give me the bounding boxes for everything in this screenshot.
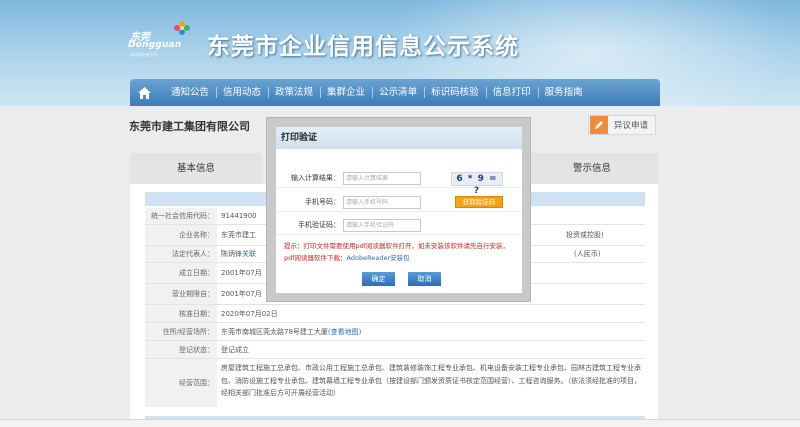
objection-button[interactable]: 异议申请 [588,115,656,135]
tab-basic-info[interactable]: 基本信息 [130,153,262,184]
sms-code-row: 手机验证码： 请输入手机验证码 [276,215,522,235]
adobe-reader-link[interactable]: AdobeReader安装包 [347,254,410,262]
info-key: 营业期限自： [145,284,217,304]
nav-item-public-list[interactable]: 公示清单 [372,79,424,106]
pen-icon [590,116,608,134]
print-verify-dialog: 打印验证 输入计算结果： 请输入计算结果 6 * 9 = ? 手机号码： 请输入… [266,117,531,302]
info-key: 住所/经营场所： [145,323,217,340]
dialog-title: 打印验证 [276,127,522,149]
nav-item-policy[interactable]: 政策法规 [268,79,320,106]
info-value-text: 东莞市南城区莞太路78号建工大厦 [221,327,328,336]
nav-item-guide[interactable]: 服务指南 [537,79,590,106]
view-map-link[interactable]: (查看地图) [328,327,361,337]
info-value: 东莞市南城区莞太路78号建工大厦 (查看地图) [221,323,645,340]
get-code-button[interactable]: 获取验证码 [455,196,503,208]
company-name: 东莞市建工集团有限公司 [129,120,250,133]
logo-flower-icon [174,21,190,35]
info-key: 登记状态： [145,341,217,358]
info-key: 成立日期： [145,263,217,283]
calc-result-row: 输入计算结果： 请输入计算结果 6 * 9 = ? [276,168,522,196]
calc-result-label: 输入计算结果： [291,174,340,182]
dialog-body: 打印验证 输入计算结果： 请输入计算结果 6 * 9 = ? 手机号码： 请输入… [276,127,522,293]
info-key: 统一社会信用代码： [145,208,217,224]
phone-row: 手机号码： 请输入手机号码 获取验证码 [276,192,522,212]
captcha-image[interactable]: 6 * 9 = ? [451,172,503,196]
site-header: 东莞 Dongguan 每天都有新发现 东莞市企业信用信息公示系统 通知公告 信… [0,0,800,106]
site-title: 东莞市企业信用信息公示系统 [207,34,519,60]
nav-item-cluster[interactable]: 集群企业 [320,79,372,106]
logo-en: Dongguan [128,40,182,50]
browser-status-bar [0,419,800,427]
nav-item-code-verify[interactable]: 标识码核验 [424,79,486,106]
nav-item-print[interactable]: 信息打印 [485,79,538,106]
info-key: 核准日期： [145,305,217,322]
dialog-tip: 提示：打印文件需要使用pdf阅读器软件打开，如未安装该软件请先自行安装，pdf阅… [284,240,518,264]
tab-warning-info[interactable]: 警示信息 [526,153,658,184]
cancel-button[interactable]: 取消 [408,272,441,286]
info-key: 经营范围： [145,359,217,407]
info-row-scope: 经营范围： 房屋建筑工程施工总承包、市政公用工程施工总承包、建筑装修装饰工程专业… [145,359,645,407]
info-value-tail: 投资或控股) [566,231,604,239]
info-value: 登记成立 [221,345,249,354]
home-button[interactable] [130,79,158,106]
objection-label: 异议申请 [614,121,649,131]
info-value: 房屋建筑工程施工总承包、市政公用工程施工总承包、建筑装修装饰工程专业承包、机电设… [221,364,641,397]
sms-code-label: 手机验证码： [298,221,340,229]
confirm-button[interactable]: 确定 [362,272,395,286]
main-nav: 通知公告 信用动态 政策法规 集群企业 公示清单 标识码核验 信息打印 服务指南 [130,79,660,106]
nav-item-notice[interactable]: 通知公告 [164,79,216,106]
info-row-address: 住所/经营场所： 东莞市南城区莞太路78号建工大厦 (查看地图) [145,323,645,341]
nav-item-credit-news[interactable]: 信用动态 [216,79,268,106]
sms-code-input[interactable]: 请输入手机验证码 [343,219,421,232]
dongguan-logo[interactable]: 东莞 Dongguan 每天都有新发现 [128,18,198,62]
info-value-text: 陈炳锋 [221,250,242,258]
related-link[interactable]: 关联 [242,249,256,259]
info-row-status: 登记状态： 登记成立 [145,341,645,359]
info-key: 法定代表人： [145,246,217,262]
info-value: 2020年07月02日 [221,309,278,318]
info-key: 企业名称： [145,225,217,245]
home-icon [137,86,151,99]
phone-label: 手机号码： [305,198,340,206]
info-row-approved: 核准日期： 2020年07月02日 [145,305,645,323]
info-value-tail: (人民币) [574,250,601,258]
phone-input[interactable]: 请输入手机号码 [343,196,421,209]
logo-tagline: 每天都有新发现 [130,52,158,57]
calc-result-input[interactable]: 请输入计算结果 [343,172,421,185]
info-value-text: 东莞市建工 [221,231,256,239]
